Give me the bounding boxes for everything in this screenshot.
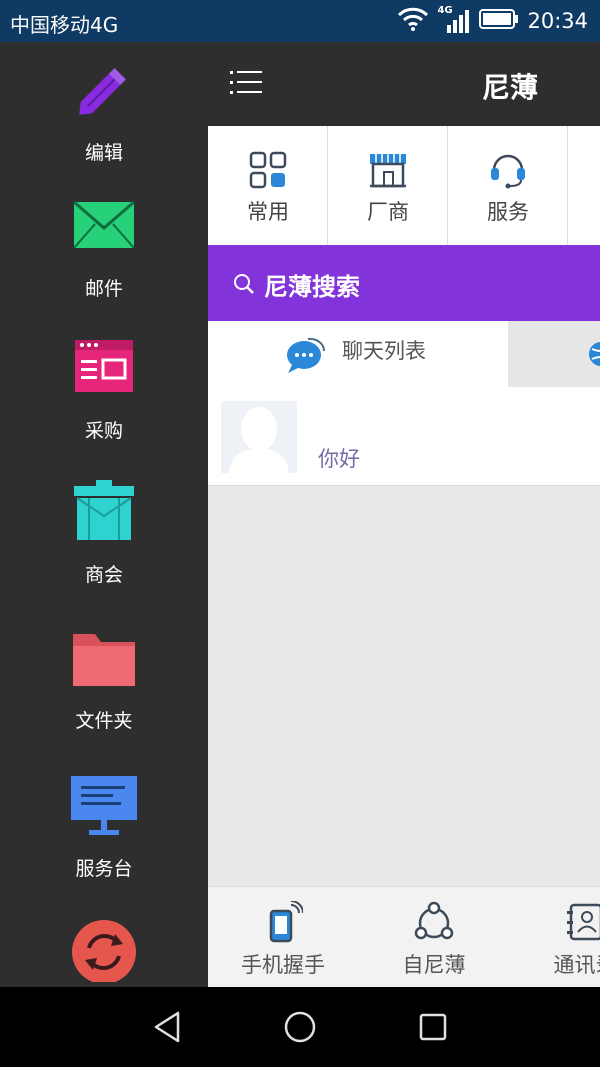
drawer-item-label: 编辑 bbox=[84, 142, 123, 164]
share-nodes-icon bbox=[414, 901, 454, 943]
tab-chat-list[interactable]: 聊天列表 bbox=[208, 321, 508, 387]
list-menu-icon[interactable] bbox=[228, 68, 264, 98]
bottom-nav: 手机握手 自尼薄 通讯 bbox=[208, 886, 600, 987]
page-title: 尼薄 bbox=[481, 71, 538, 104]
status-bar: 中国移动4G 4G 20:34 bbox=[0, 0, 600, 42]
drawer-item-label: 采购 bbox=[84, 420, 123, 442]
drawer-item-label: 邮件 bbox=[84, 278, 123, 300]
quick-item-label: 常用 bbox=[247, 200, 289, 224]
wifi-icon bbox=[397, 6, 429, 36]
drawer-item-folder[interactable]: 文件夹 bbox=[0, 626, 208, 746]
chat-list-item[interactable]: 你好 bbox=[208, 387, 600, 486]
globe-icon bbox=[586, 339, 600, 373]
search-bar[interactable]: 尼薄搜索 bbox=[208, 245, 600, 321]
bottom-nav-label: 通讯录 bbox=[553, 953, 600, 977]
main-content: 常用 厂商 服务 尼薄搜索 聊天列表 你好 bbox=[208, 126, 600, 886]
tab-secondary[interactable] bbox=[508, 321, 600, 387]
home-icon[interactable] bbox=[280, 1007, 320, 1047]
purchase-icon bbox=[69, 336, 139, 400]
side-drawer: 编辑 邮件 采购 商会 文件夹 服务台 bbox=[0, 42, 208, 987]
mail-icon bbox=[69, 194, 139, 258]
bottom-nav-phone-handshake[interactable]: 手机握手 bbox=[208, 887, 358, 988]
drawer-item-purchase[interactable]: 采购 bbox=[0, 336, 208, 456]
drawer-item-service-desk[interactable]: 服务台 bbox=[0, 774, 208, 894]
carrier-name: 中国移动4G bbox=[10, 13, 119, 37]
drawer-item-edit[interactable]: 编辑 bbox=[0, 58, 208, 178]
bottom-nav-label: 自尼薄 bbox=[402, 953, 466, 977]
bottom-nav-self[interactable]: 自尼薄 bbox=[359, 887, 509, 988]
pencil-icon bbox=[69, 58, 139, 122]
bottom-nav-contacts[interactable]: 通讯录 bbox=[510, 887, 600, 988]
grid-icon bbox=[248, 150, 288, 190]
drawer-item-label: 服务台 bbox=[75, 858, 133, 880]
avatar bbox=[221, 401, 297, 473]
signal-icon: 4G bbox=[437, 5, 471, 35]
battery-icon bbox=[479, 8, 519, 34]
chamber-icon bbox=[69, 480, 139, 544]
storefront-icon bbox=[368, 150, 408, 190]
chat-message-preview: 你好 bbox=[318, 447, 360, 471]
tab-chat-list-label: 聊天列表 bbox=[342, 339, 426, 363]
quick-item-vendors[interactable]: 厂商 bbox=[328, 126, 448, 245]
quick-item-label: 服务 bbox=[487, 200, 529, 224]
service-desk-icon bbox=[69, 774, 139, 838]
tab-bar: 聊天列表 bbox=[208, 321, 600, 387]
quick-item-more[interactable] bbox=[568, 126, 600, 245]
clock: 20:34 bbox=[527, 9, 588, 33]
quick-item-common[interactable]: 常用 bbox=[208, 126, 328, 245]
system-nav-bar bbox=[0, 987, 600, 1067]
contacts-icon bbox=[565, 901, 600, 943]
back-icon[interactable] bbox=[148, 1007, 188, 1047]
quick-item-service[interactable]: 服务 bbox=[448, 126, 568, 245]
search-icon bbox=[232, 272, 256, 296]
screen: 中国移动4G 4G 20:34 编辑 邮件 采购 商会 文件夹 服务台 尼薄 常… bbox=[0, 0, 600, 1067]
title-bar: 尼薄 bbox=[208, 42, 600, 126]
recents-icon[interactable] bbox=[413, 1007, 453, 1047]
search-label: 尼薄搜索 bbox=[264, 273, 360, 301]
drawer-item-label: 文件夹 bbox=[75, 710, 133, 732]
drawer-item-chamber[interactable]: 商会 bbox=[0, 480, 208, 600]
headset-icon bbox=[488, 150, 528, 190]
sync-icon bbox=[69, 918, 139, 984]
status-icons: 4G 20:34 bbox=[397, 5, 588, 36]
quick-access-grid: 常用 厂商 服务 bbox=[208, 126, 600, 245]
bottom-nav-label: 手机握手 bbox=[241, 953, 325, 977]
drawer-item-label: 商会 bbox=[84, 564, 123, 586]
folder-icon bbox=[69, 626, 139, 690]
chat-bubble-icon bbox=[284, 335, 326, 375]
quick-item-label: 厂商 bbox=[367, 200, 409, 224]
phone-handshake-icon bbox=[263, 900, 304, 943]
drawer-item-mail[interactable]: 邮件 bbox=[0, 194, 208, 314]
